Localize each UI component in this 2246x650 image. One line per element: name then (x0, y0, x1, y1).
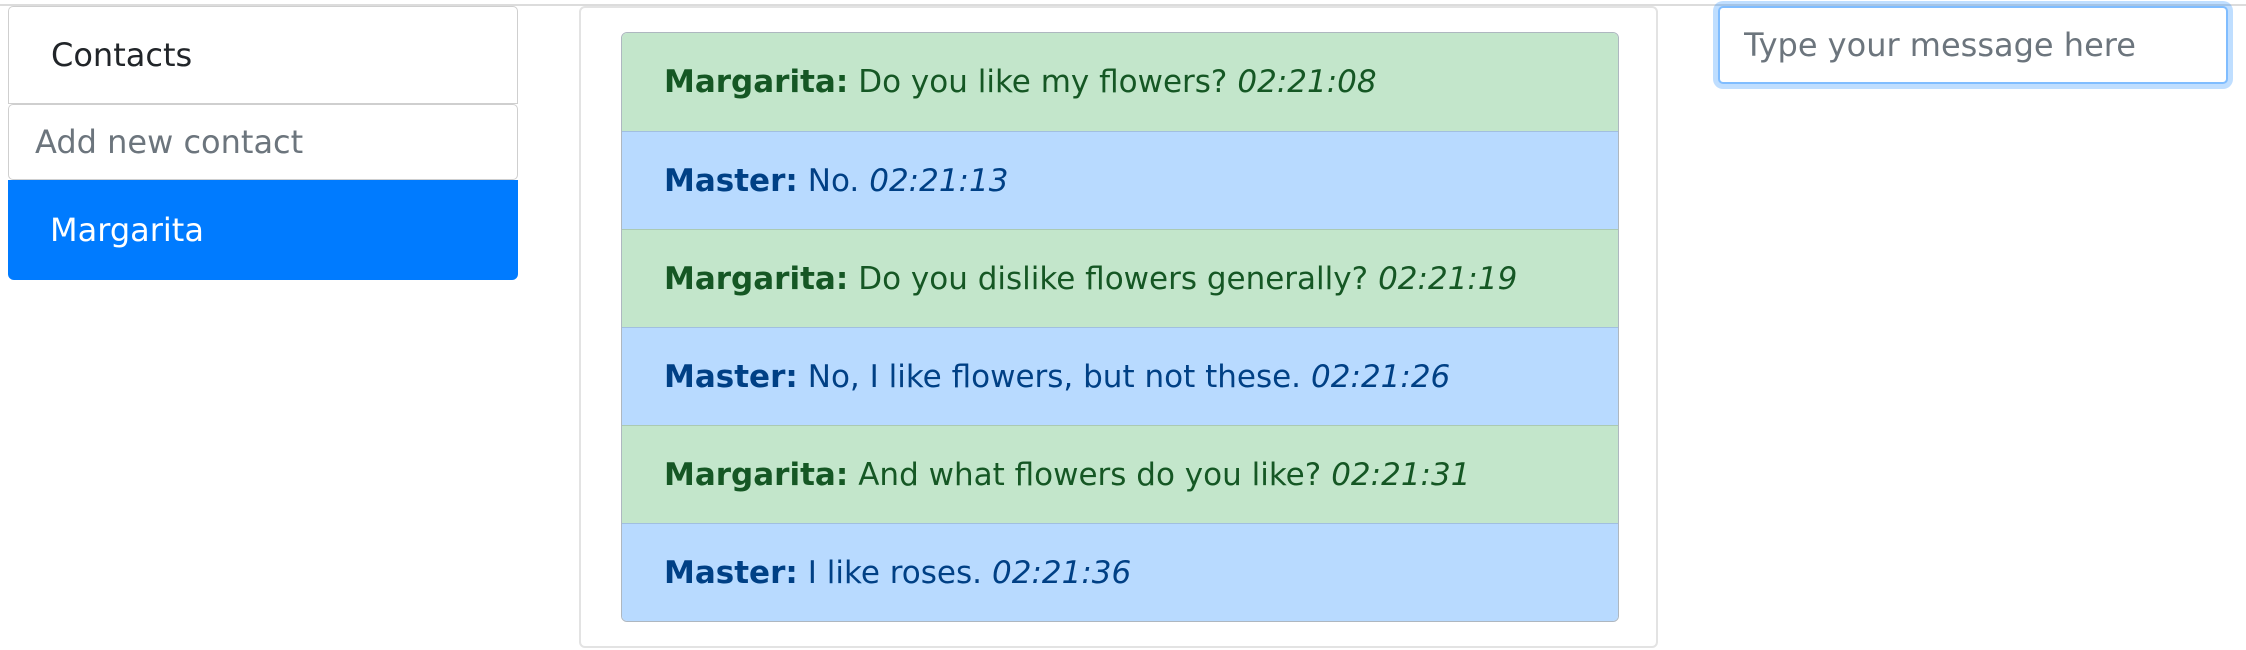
add-contact-input[interactable] (8, 104, 518, 180)
message-author: Master: (664, 162, 798, 199)
message-time: 02:21:08 (1237, 64, 1377, 100)
message-author: Master: (664, 554, 798, 591)
message-list: Margarita: Do you like my flowers? 02:21… (621, 32, 1619, 622)
contacts-header: Contacts (8, 6, 518, 104)
message-time: 02:21:13 (869, 162, 1009, 199)
message-time: 02:21:26 (1311, 358, 1451, 395)
message-time: 02:21:19 (1378, 260, 1518, 297)
chat-panel: Margarita: Do you like my flowers? 02:21… (579, 6, 1658, 648)
message-author: Margarita: (664, 260, 849, 297)
contact-item-margarita[interactable]: Margarita (8, 180, 518, 280)
message-item: Margarita: Do you dislike flowers genera… (622, 229, 1618, 327)
message-text: No. (807, 162, 860, 199)
message-item: Margarita: Do you like my flowers? 02:21… (622, 33, 1618, 131)
message-time: 02:21:36 (992, 554, 1132, 591)
message-author: Margarita: (664, 64, 849, 100)
message-item: Margarita: And what flowers do you like?… (622, 425, 1618, 523)
message-input[interactable] (1718, 6, 2228, 84)
message-author: Master: (664, 358, 798, 395)
message-text: Do you dislike flowers generally? (858, 260, 1369, 297)
message-text: I like roses. (807, 554, 983, 591)
message-item: Master: No, I like flowers, but not thes… (622, 327, 1618, 425)
message-time: 02:21:31 (1331, 456, 1471, 493)
message-text: And what flowers do you like? (858, 456, 1322, 493)
message-item: Master: No. 02:21:13 (622, 131, 1618, 229)
contacts-panel: Contacts Margarita (8, 6, 518, 280)
message-item: Master: I like roses. 02:21:36 (622, 523, 1618, 621)
message-text: Do you like my flowers? (858, 64, 1228, 100)
message-text: No, I like flowers, but not these. (807, 358, 1302, 395)
message-author: Margarita: (664, 456, 849, 493)
